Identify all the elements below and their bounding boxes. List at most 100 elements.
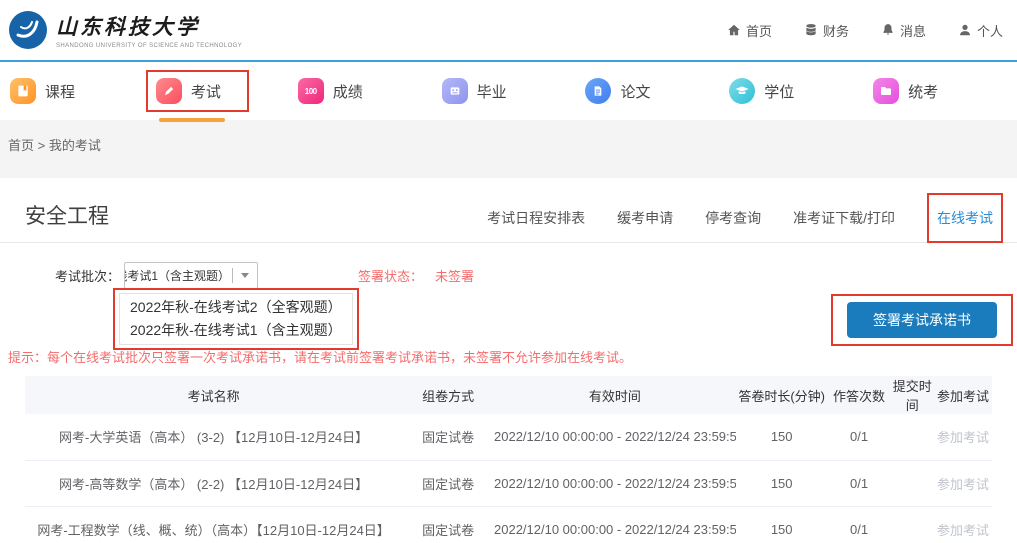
tab-unified-exam-label: 统考 (908, 81, 938, 102)
cell-exam-name: 网考-大学英语（高本） (3-2) 【12月10日-12月24日】 (25, 414, 402, 460)
cell-paper-method: 固定试卷 (402, 460, 494, 506)
university-name-cn: 山东科技大学 (56, 11, 242, 41)
tab-courses-label: 课程 (45, 81, 75, 102)
col-duration: 答卷时长(分钟) (736, 376, 828, 414)
subtab-admission-ticket[interactable]: 准考证下载/打印 (793, 208, 895, 228)
tab-exams-label: 考试 (191, 81, 221, 102)
nav-messages-label: 消息 (900, 21, 926, 40)
unified-exam-icon (873, 78, 899, 104)
batch-select-value: 秋-在线考试1（含主观题） (125, 267, 232, 284)
col-valid-time: 有效时间 (494, 376, 736, 414)
home-icon (727, 23, 741, 37)
courses-icon (10, 78, 36, 104)
tab-exams[interactable]: 考试 (154, 62, 298, 120)
cell-attempts: 0/1 (828, 414, 891, 460)
grades-100-badge: 100 (305, 87, 317, 96)
nav-messages[interactable]: 消息 (881, 21, 926, 40)
cell-exam-name: 网考-高等数学（高本） (2-2) 【12月10日-12月24日】 (25, 460, 402, 506)
tab-graduation-label: 毕业 (477, 81, 507, 102)
user-icon (958, 23, 972, 37)
batch-label: 考试批次： (55, 266, 120, 285)
tab-thesis-label: 论文 (620, 81, 650, 102)
cell-paper-method: 固定试卷 (402, 414, 494, 460)
nav-home-label: 首页 (746, 21, 772, 40)
cell-submit-time (890, 506, 934, 543)
utility-nav: 首页 财务 消息 个人 (727, 21, 1003, 40)
nav-finance[interactable]: 财务 (804, 21, 849, 40)
sign-status-value: 未签署 (435, 266, 474, 285)
table-row: 网考-高等数学（高本） (2-2) 【12月10日-12月24日】 固定试卷 2… (25, 460, 992, 506)
nav-profile[interactable]: 个人 (958, 21, 1003, 40)
join-exam-link[interactable]: 参加考试 (937, 523, 989, 538)
exam-table: 考试名称 组卷方式 有效时间 答卷时长(分钟) 作答次数 提交时间 参加考试 网… (25, 376, 992, 543)
subtab-exam-schedule[interactable]: 考试日程安排表 (487, 208, 585, 228)
sign-status-label: 签署状态： (358, 266, 423, 285)
breadcrumb-separator: > (38, 138, 46, 153)
highlight-box-sign-button: 签署考试承诺书 (831, 294, 1013, 346)
col-join-exam: 参加考试 (934, 376, 992, 414)
top-header: 山东科技大学 SHANDONG UNIVERSITY OF SCIENCE AN… (0, 0, 1017, 62)
exam-table-wrap: 考试名称 组卷方式 有效时间 答卷时长(分钟) 作答次数 提交时间 参加考试 网… (0, 376, 1017, 543)
title-row: 安全工程 考试日程安排表 缓考申请 停考查询 准考证下载/打印 在线考试 (0, 178, 1017, 243)
university-emblem-icon (8, 10, 48, 50)
nav-home[interactable]: 首页 (727, 21, 772, 40)
university-logo: 山东科技大学 SHANDONG UNIVERSITY OF SCIENCE AN… (8, 10, 242, 50)
exam-icon (156, 78, 182, 104)
tab-grades-label: 成绩 (333, 81, 363, 102)
col-attempts: 作答次数 (828, 376, 891, 414)
cell-duration: 150 (736, 460, 828, 506)
chevron-down-icon[interactable] (233, 273, 257, 278)
cell-duration: 150 (736, 506, 828, 543)
batch-options-dropdown: 2022年秋-在线考试2（全客观题） 2022年秋-在线考试1（含主观题） (119, 293, 353, 345)
notice-text: 提示：每个在线考试批次只签署一次考试承诺书，请在考试前签署考试承诺书，未签署不允… (0, 347, 1017, 376)
col-submit-time: 提交时间 (890, 376, 934, 414)
cell-valid-time: 2022/12/10 00:00:00 - 2022/12/24 23:59:5… (494, 460, 736, 506)
graduation-icon (442, 78, 468, 104)
content-card: 安全工程 考试日程安排表 缓考申请 停考查询 准考证下载/打印 在线考试 考试批… (0, 178, 1017, 543)
col-exam-name: 考试名称 (25, 376, 402, 414)
breadcrumb-home[interactable]: 首页 (8, 138, 34, 153)
breadcrumb-current: 我的考试 (49, 138, 101, 153)
tab-degree-label: 学位 (764, 81, 794, 102)
batch-option-2[interactable]: 2022年秋-在线考试1（含主观题） (120, 319, 352, 342)
batch-row: 考试批次： 秋-在线考试1（含主观题） 签署状态： 未签署 (0, 243, 1017, 289)
cell-valid-time: 2022/12/10 00:00:00 - 2022/12/24 23:59:5… (494, 414, 736, 460)
page-title: 安全工程 (25, 200, 109, 230)
cell-attempts: 0/1 (828, 506, 891, 543)
sign-status: 签署状态： 未签署 (358, 266, 474, 285)
highlight-box-exam-tab: 考试 (146, 70, 249, 112)
tab-grades[interactable]: 100 成绩 (298, 62, 442, 120)
subtab-deferred-exam[interactable]: 缓考申请 (617, 208, 673, 228)
cell-duration: 150 (736, 414, 828, 460)
batch-option-1[interactable]: 2022年秋-在线考试2（全客观题） (120, 296, 352, 319)
cell-valid-time: 2022/12/10 00:00:00 - 2022/12/24 23:59:5… (494, 506, 736, 543)
join-exam-link[interactable]: 参加考试 (937, 430, 989, 445)
degree-icon (729, 78, 755, 104)
thesis-icon (585, 78, 611, 104)
batch-section: 考试批次： 秋-在线考试1（含主观题） 签署状态： 未签署 2022年秋-在线考… (0, 243, 1017, 347)
nav-finance-label: 财务 (823, 21, 849, 40)
grades-icon: 100 (298, 78, 324, 104)
cell-exam-name: 网考-工程数学（线、概、统）（高本）【12月10日-12月24日】 (25, 506, 402, 543)
subtab-online-exam[interactable]: 在线考试 (927, 193, 1003, 243)
tab-courses[interactable]: 课程 (10, 62, 154, 120)
tab-graduation[interactable]: 毕业 (442, 62, 586, 120)
main-nav: 课程 考试 100 成绩 毕业 论文 学位 (0, 62, 1017, 120)
table-header-row: 考试名称 组卷方式 有效时间 答卷时长(分钟) 作答次数 提交时间 参加考试 (25, 376, 992, 414)
tab-unified-exam[interactable]: 统考 (873, 62, 1017, 120)
subtab-exam-suspension[interactable]: 停考查询 (705, 208, 761, 228)
table-row: 网考-大学英语（高本） (3-2) 【12月10日-12月24日】 固定试卷 2… (25, 414, 992, 460)
sign-commitment-button[interactable]: 签署考试承诺书 (847, 302, 997, 338)
tab-thesis[interactable]: 论文 (585, 62, 729, 120)
cell-paper-method: 固定试卷 (402, 506, 494, 543)
cell-submit-time (890, 414, 934, 460)
exam-sub-tabs: 考试日程安排表 缓考申请 停考查询 准考证下载/打印 在线考试 (487, 208, 1003, 230)
finance-icon (804, 23, 818, 37)
batch-select[interactable]: 秋-在线考试1（含主观题） (124, 262, 258, 289)
university-name-en: SHANDONG UNIVERSITY OF SCIENCE AND TECHN… (56, 43, 242, 49)
cell-attempts: 0/1 (828, 460, 891, 506)
highlight-box-batch-options: 2022年秋-在线考试2（全客观题） 2022年秋-在线考试1（含主观题） (113, 288, 359, 350)
tab-degree[interactable]: 学位 (729, 62, 873, 120)
table-row: 网考-工程数学（线、概、统）（高本）【12月10日-12月24日】 固定试卷 2… (25, 506, 992, 543)
join-exam-link[interactable]: 参加考试 (937, 477, 989, 492)
